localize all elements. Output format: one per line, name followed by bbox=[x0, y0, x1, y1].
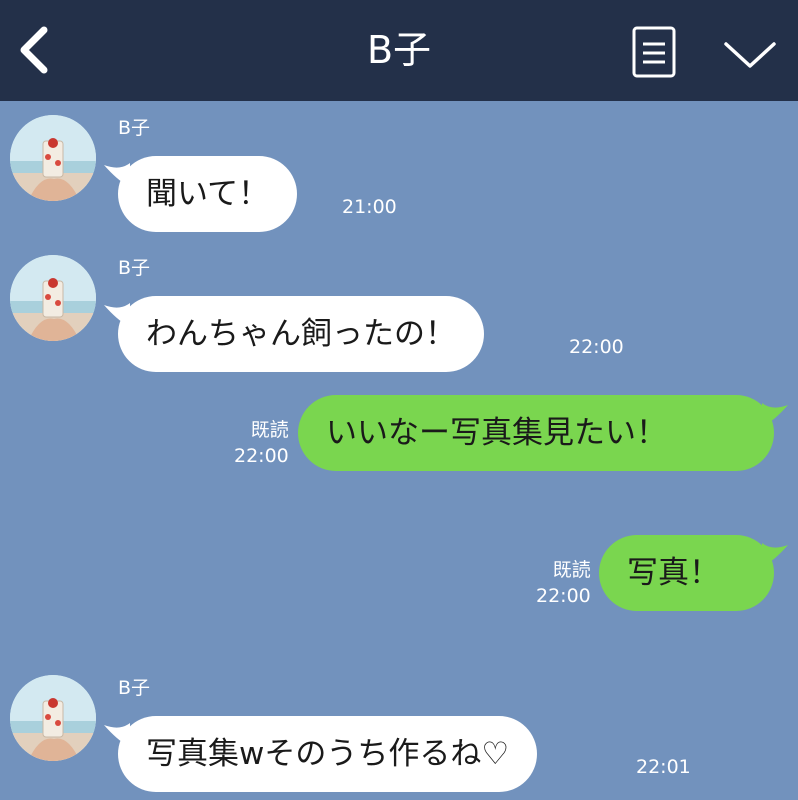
sender-name: B子 bbox=[118, 117, 151, 139]
chevron-down-icon bbox=[724, 42, 776, 68]
message-text: いいなー写真集見たい！ bbox=[326, 415, 667, 451]
sender-name: B子 bbox=[118, 257, 151, 279]
message-text: わんちゃん飼ったの！ bbox=[146, 316, 456, 352]
list-icon bbox=[632, 26, 676, 78]
chat-header: B子 bbox=[0, 0, 798, 101]
read-receipt: 既読 22:00 bbox=[234, 417, 289, 469]
message-text: 写真集wそのうち作るね♡ bbox=[146, 736, 510, 772]
message-time: 22:00 bbox=[569, 336, 624, 358]
avatar[interactable] bbox=[10, 675, 96, 761]
message-bubble[interactable]: 写真集wそのうち作るね♡ bbox=[118, 716, 538, 792]
sender-name: B子 bbox=[118, 677, 151, 699]
message-text: 写真！ bbox=[627, 555, 720, 591]
avatar-photo bbox=[10, 115, 96, 201]
avatar[interactable] bbox=[10, 255, 96, 341]
chat-title: B子 bbox=[366, 28, 432, 72]
bubble-tail bbox=[762, 403, 788, 427]
avatar[interactable] bbox=[10, 115, 96, 201]
avatar-photo bbox=[10, 255, 96, 341]
message-time: 22:00 bbox=[536, 585, 591, 607]
message-bubble[interactable]: わんちゃん飼ったの！ bbox=[118, 296, 484, 372]
message-time: 22:01 bbox=[636, 756, 691, 778]
read-status: 既読 bbox=[250, 419, 289, 441]
message-time: 22:00 bbox=[234, 445, 289, 467]
message-bubble[interactable]: いいなー写真集見たい！ bbox=[298, 395, 774, 471]
bubble-tail bbox=[762, 543, 788, 567]
read-status: 既読 bbox=[552, 559, 591, 581]
message-time: 21:00 bbox=[342, 196, 397, 218]
message-text: 聞いて！ bbox=[146, 176, 270, 212]
message-bubble[interactable]: 聞いて！ bbox=[118, 156, 298, 232]
read-receipt: 既読 22:00 bbox=[536, 557, 591, 609]
message-bubble[interactable]: 写真！ bbox=[599, 535, 774, 611]
back-button[interactable] bbox=[14, 22, 54, 78]
avatar-photo bbox=[10, 675, 96, 761]
menu-button[interactable] bbox=[630, 24, 678, 80]
expand-button[interactable] bbox=[722, 36, 778, 72]
chevron-left-icon bbox=[20, 26, 48, 74]
